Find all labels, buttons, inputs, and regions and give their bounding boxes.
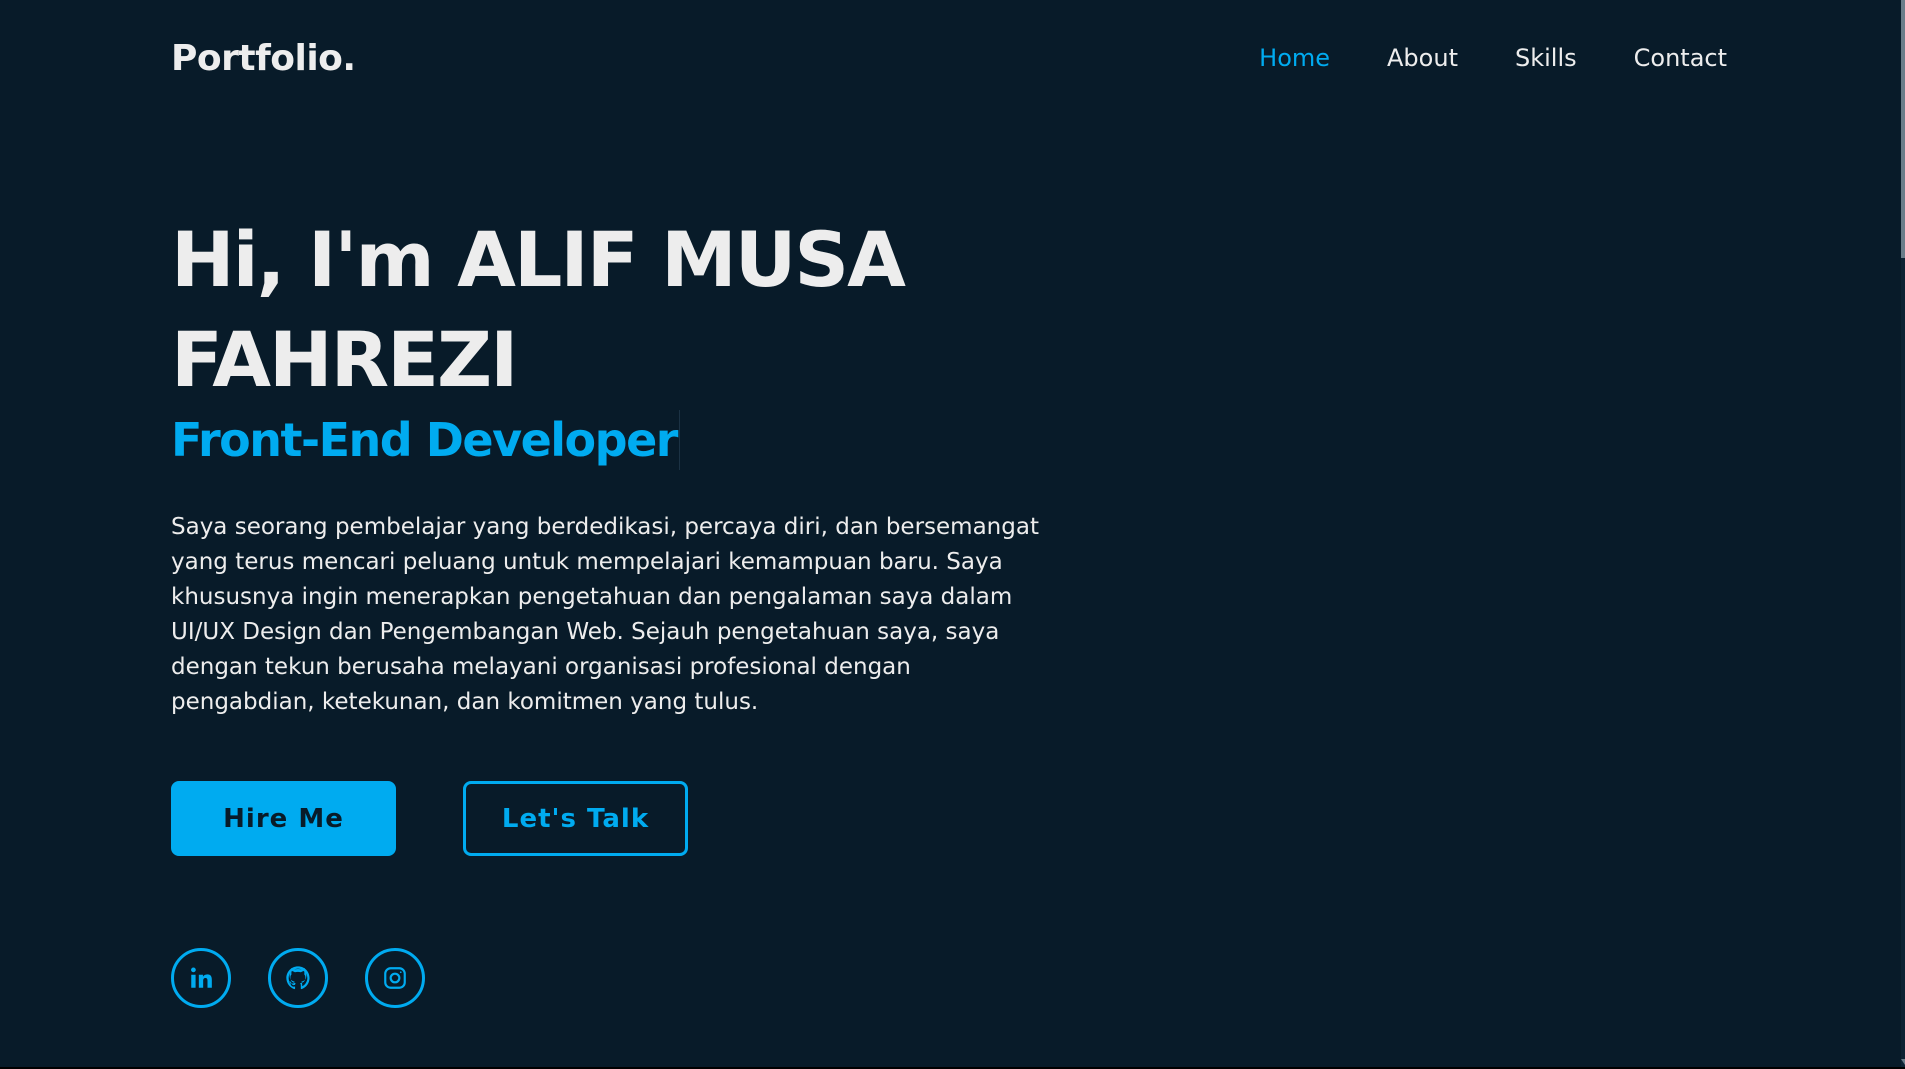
nav-links: Home About Skills Contact <box>1259 44 1727 72</box>
nav-item-home[interactable]: Home <box>1259 44 1330 72</box>
linkedin-link[interactable] <box>171 948 231 1008</box>
hero-buttons: Hire Me Let's Talk <box>171 781 688 856</box>
portfolio-page: Portfolio. Home About Skills Contact Hi,… <box>0 0 1905 1069</box>
nav-item-contact[interactable]: Contact <box>1634 44 1727 72</box>
instagram-icon <box>382 965 408 991</box>
hero-role: Front-End Developer <box>171 410 680 470</box>
linkedin-icon <box>188 965 214 991</box>
scrollbar-thumb[interactable] <box>1901 0 1905 258</box>
nav-item-skills[interactable]: Skills <box>1515 44 1577 72</box>
lets-talk-button[interactable]: Let's Talk <box>463 781 688 856</box>
logo[interactable]: Portfolio. <box>171 38 356 79</box>
nav-item-about[interactable]: About <box>1387 44 1458 72</box>
hero-title: Hi, I'm ALIF MUSA FAHREZI <box>171 210 1071 410</box>
scroll-down-arrow-icon[interactable] <box>1901 1059 1905 1065</box>
hire-me-button[interactable]: Hire Me <box>171 781 396 856</box>
hero-section: Hi, I'm ALIF MUSA FAHREZI Front-End Deve… <box>171 210 1071 720</box>
github-icon <box>284 964 312 992</box>
hero-title-line1: Hi, I'm ALIF MUSA <box>171 215 906 304</box>
navbar: Portfolio. Home About Skills Contact <box>171 28 1727 88</box>
social-links <box>171 948 425 1008</box>
hero-description: Saya seorang pembelajar yang berdedikasi… <box>171 514 1039 715</box>
scrollbar[interactable] <box>1901 0 1905 1069</box>
hero-title-line2: FAHREZI <box>171 315 518 404</box>
github-link[interactable] <box>268 948 328 1008</box>
instagram-link[interactable] <box>365 948 425 1008</box>
